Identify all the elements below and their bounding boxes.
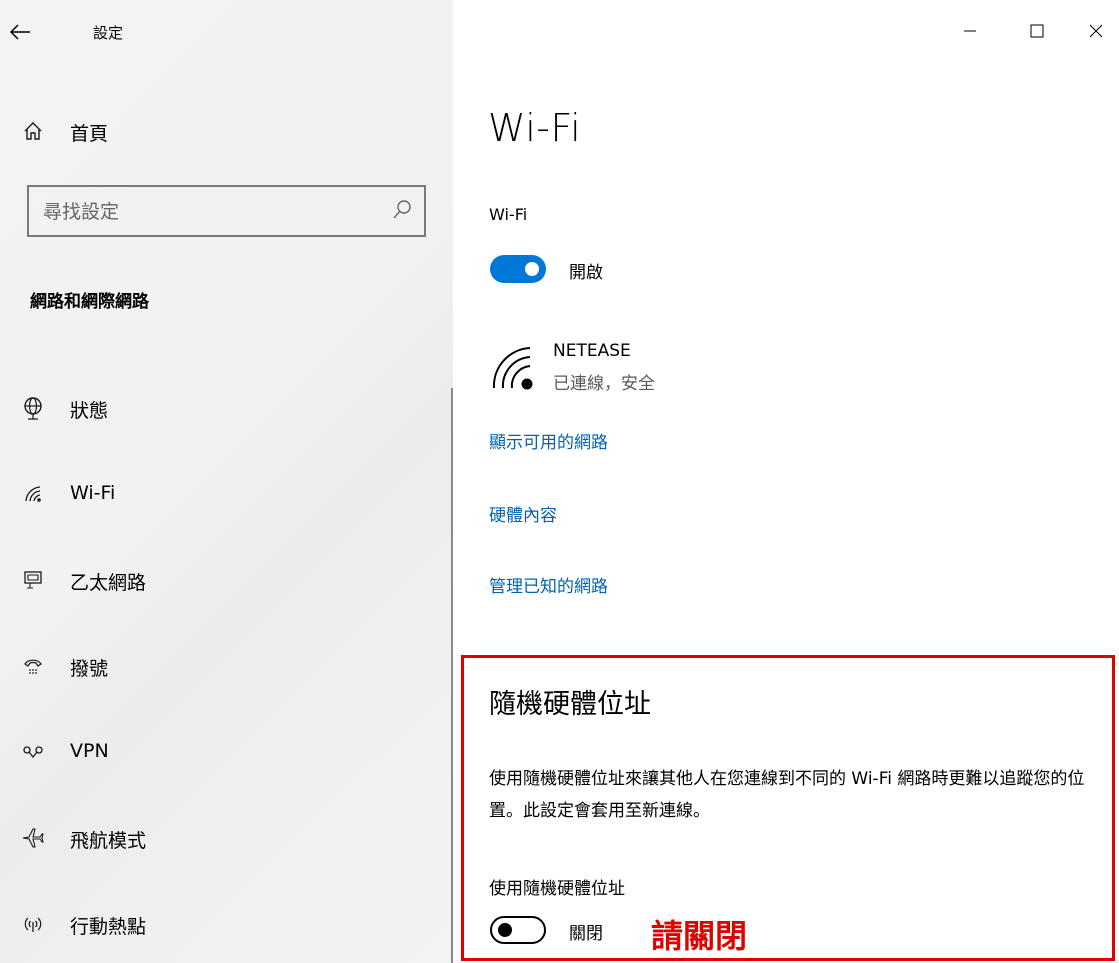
sidebar-item-label: 狀態 bbox=[70, 400, 109, 422]
sidebar-item-airplane[interactable]: 飛航模式 bbox=[0, 813, 453, 863]
page-title: Wi-Fi bbox=[488, 106, 582, 150]
sidebar-item-label: 首頁 bbox=[70, 123, 109, 145]
wifi-toggle[interactable] bbox=[490, 255, 546, 283]
globe-icon bbox=[18, 393, 48, 423]
sidebar-item-label: 飛航模式 bbox=[70, 830, 147, 852]
sidebar-item-status[interactable]: 狀態 bbox=[0, 383, 453, 433]
sidebar: 設定 首頁 網路和網際網路 狀態 bbox=[0, 0, 453, 963]
sidebar-item-label: 乙太網路 bbox=[70, 572, 147, 594]
sidebar-item-label: Wi-Fi bbox=[70, 482, 116, 504]
close-icon bbox=[1089, 24, 1103, 38]
search-icon[interactable] bbox=[390, 198, 414, 222]
dialup-icon bbox=[18, 651, 48, 681]
home-icon bbox=[18, 116, 48, 146]
section-header: 網路和網際網路 bbox=[30, 292, 149, 312]
network-name[interactable]: NETEASE bbox=[553, 341, 631, 361]
maximize-button[interactable] bbox=[1014, 0, 1060, 62]
sidebar-item-ethernet[interactable]: 乙太網路 bbox=[0, 555, 453, 605]
back-button[interactable] bbox=[4, 14, 40, 50]
network-status: 已連線，安全 bbox=[553, 374, 655, 394]
wifi-icon bbox=[18, 479, 48, 509]
back-arrow-icon bbox=[9, 24, 30, 40]
sidebar-item-label: 撥號 bbox=[70, 658, 109, 680]
ethernet-icon bbox=[18, 565, 48, 595]
random-hw-toggle[interactable] bbox=[490, 916, 546, 944]
random-hw-toggle-state: 關閉 bbox=[569, 924, 603, 944]
show-available-networks-link[interactable]: 顯示可用的網路 bbox=[489, 428, 608, 453]
wifi-toggle-state: 開啟 bbox=[569, 263, 603, 283]
sidebar-item-hotspot[interactable]: 行動熱點 bbox=[0, 899, 453, 949]
sidebar-item-home[interactable]: 首頁 bbox=[0, 106, 453, 156]
maximize-icon bbox=[1030, 24, 1044, 38]
manage-known-networks-link[interactable]: 管理已知的網路 bbox=[489, 572, 608, 597]
app-title: 設定 bbox=[93, 24, 124, 42]
sidebar-item-dialup[interactable]: 撥號 bbox=[0, 641, 453, 691]
annotation-text: 請關閉 bbox=[651, 917, 748, 955]
wifi-toggle-label: Wi-Fi bbox=[489, 205, 528, 224]
airplane-icon bbox=[18, 823, 48, 853]
toggle-knob bbox=[498, 923, 512, 937]
sidebar-item-vpn[interactable]: VPN bbox=[0, 727, 453, 777]
sidebar-item-wifi[interactable]: Wi-Fi bbox=[0, 469, 453, 519]
sidebar-scrollbar[interactable] bbox=[451, 388, 453, 963]
sidebar-item-label: 行動熱點 bbox=[70, 916, 147, 938]
random-hw-toggle-label: 使用隨機硬體位址 bbox=[489, 879, 625, 899]
hardware-properties-link[interactable]: 硬體內容 bbox=[489, 501, 557, 526]
sidebar-item-label: VPN bbox=[70, 740, 109, 762]
minimize-button[interactable] bbox=[947, 0, 993, 62]
random-hw-description: 使用隨機硬體位址來讓其他人在您連線到不同的 Wi-Fi 網路時更難以追蹤您的位置… bbox=[489, 769, 1085, 821]
close-button[interactable] bbox=[1073, 0, 1119, 62]
minimize-icon bbox=[964, 30, 976, 32]
vpn-icon bbox=[18, 737, 48, 767]
hotspot-icon bbox=[18, 909, 48, 939]
search-box[interactable] bbox=[27, 185, 426, 237]
wifi-signal-icon bbox=[490, 344, 542, 394]
random-hw-title: 隨機硬體位址 bbox=[489, 689, 651, 720]
search-input[interactable] bbox=[29, 187, 385, 237]
toggle-knob bbox=[525, 262, 539, 276]
